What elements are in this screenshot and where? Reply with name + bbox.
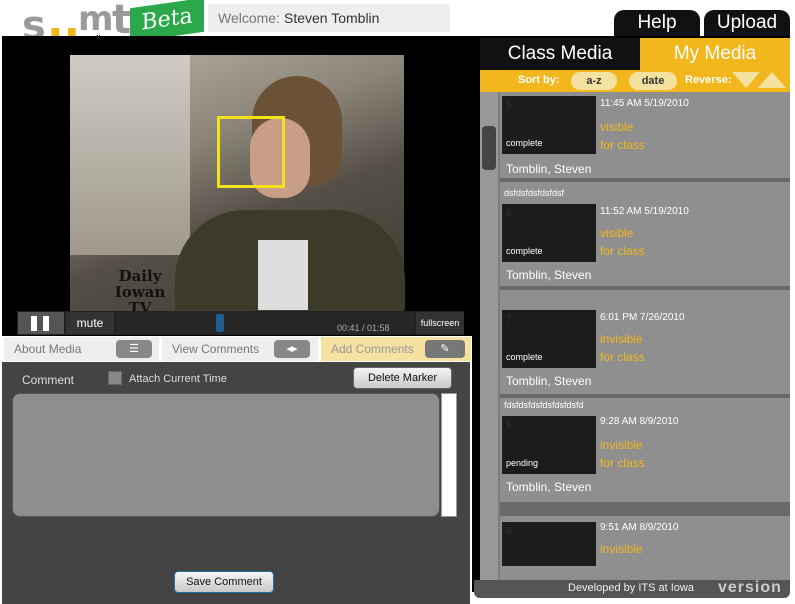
media-item[interactable]: 7 complete 6:01 PM 7/26/2010 invisible f… bbox=[500, 290, 790, 394]
media-state: complete bbox=[506, 138, 543, 148]
mute-button[interactable]: mute bbox=[66, 312, 114, 334]
item-separator bbox=[500, 502, 790, 516]
media-scope[interactable]: for class bbox=[600, 244, 645, 258]
time-readout: 00:41 / 01:58 bbox=[337, 323, 390, 333]
media-number: 9 bbox=[506, 526, 512, 537]
media-owner: Tomblin, Steven bbox=[506, 374, 592, 388]
logo-letter-m: m bbox=[78, 0, 114, 39]
tab-my-media[interactable]: My Media bbox=[640, 38, 790, 70]
logo-letter-t: t bbox=[112, 0, 132, 43]
media-description: fdsfdsfdsfdsfdsfdsfd bbox=[504, 400, 584, 410]
list-icon: ☰ bbox=[116, 340, 152, 358]
fullscreen-button[interactable]: fullscreen bbox=[416, 312, 464, 334]
welcome-label: Welcome: bbox=[218, 10, 280, 26]
timeline-scrubber[interactable] bbox=[216, 314, 225, 332]
sort-label: Sort by: bbox=[518, 74, 560, 86]
reverse-up-icon[interactable] bbox=[758, 72, 786, 88]
tab-add-comments-label: Add Comments bbox=[331, 342, 414, 356]
eye-icon: ◂▸ bbox=[274, 340, 310, 358]
tab-view-comments[interactable]: View Comments ◂▸ bbox=[162, 337, 318, 361]
media-scope[interactable]: for class bbox=[600, 456, 645, 470]
media-visibility[interactable]: visible bbox=[600, 226, 633, 240]
media-visibility[interactable]: invisible bbox=[600, 332, 643, 346]
media-number: 8 bbox=[506, 420, 512, 431]
media-owner: Tomblin, Steven bbox=[506, 480, 592, 494]
tab-about-media[interactable]: About Media ☰ bbox=[4, 337, 159, 361]
media-thumbnail[interactable]: 5 complete bbox=[502, 96, 596, 154]
attach-time-checkbox[interactable] bbox=[108, 371, 122, 385]
upload-button[interactable]: Upload bbox=[704, 10, 790, 36]
media-owner: Tomblin, Steven bbox=[506, 162, 592, 176]
sort-az-button[interactable]: a-z bbox=[571, 72, 617, 90]
reverse-label: Reverse: bbox=[685, 74, 732, 86]
media-scope[interactable]: for class bbox=[600, 138, 645, 152]
media-item[interactable]: dsfdsfdsfdsfdsf 6 complete 11:52 AM 5/19… bbox=[500, 182, 790, 286]
user-name: Steven Tomblin bbox=[283, 10, 380, 26]
media-datetime: 6:01 PM 7/26/2010 bbox=[600, 312, 685, 323]
media-number: 5 bbox=[506, 100, 512, 111]
comment-textarea[interactable] bbox=[12, 393, 440, 517]
media-item[interactable]: 9 9:51 AM 8/9/2010 invisible bbox=[500, 516, 790, 580]
video-background-wall bbox=[70, 55, 190, 255]
sort-date-button[interactable]: date bbox=[629, 72, 677, 90]
media-visibility[interactable]: invisible bbox=[600, 438, 643, 452]
developed-by: Developed by ITS at Iowa bbox=[568, 582, 694, 594]
media-state: pending bbox=[506, 458, 539, 468]
attach-time-label: Attach Current Time bbox=[129, 373, 227, 385]
media-scope[interactable]: for class bbox=[600, 350, 645, 364]
media-item[interactable]: fdsfdsfdsfdsfdsfdsfd 8 pending 9:28 AM 8… bbox=[500, 398, 790, 502]
help-button[interactable]: Help bbox=[614, 10, 700, 36]
pause-button[interactable] bbox=[18, 312, 64, 334]
tab-view-comments-label: View Comments bbox=[172, 342, 260, 356]
welcome-bar: Welcome: Steven Tomblin bbox=[208, 4, 450, 32]
media-number: 6 bbox=[506, 208, 512, 219]
media-item[interactable]: 5 complete 11:45 AM 5/19/2010 visible fo… bbox=[500, 92, 790, 196]
tab-about-media-label: About Media bbox=[14, 342, 82, 356]
tv-watermark: Daily Iowan TV bbox=[95, 268, 185, 316]
pause-icon-bar-left bbox=[31, 316, 37, 331]
reverse-down-icon[interactable] bbox=[732, 72, 760, 88]
comment-marker-box[interactable] bbox=[217, 116, 285, 188]
media-visibility[interactable]: visible bbox=[600, 120, 633, 134]
media-state: complete bbox=[506, 352, 543, 362]
media-owner: Tomblin, Steven bbox=[506, 268, 592, 282]
media-visibility[interactable]: invisible bbox=[600, 542, 643, 556]
media-state: complete bbox=[506, 246, 543, 256]
version-label: version bbox=[718, 579, 782, 596]
pause-icon-bar-right bbox=[43, 316, 49, 331]
comment-scrollbar[interactable] bbox=[441, 393, 457, 517]
media-thumbnail[interactable]: 6 complete bbox=[502, 204, 596, 262]
media-datetime: 11:45 AM 5/19/2010 bbox=[600, 98, 689, 109]
tv-watermark-line1: Daily Iowan bbox=[114, 267, 166, 301]
media-description: dsfdsfdsfdsfdsf bbox=[504, 188, 565, 198]
media-datetime: 9:51 AM 8/9/2010 bbox=[600, 522, 679, 533]
media-thumbnail[interactable]: 8 pending bbox=[502, 416, 596, 474]
media-list-scroll-thumb[interactable] bbox=[482, 126, 496, 170]
delete-marker-button[interactable]: Delete Marker bbox=[353, 367, 452, 389]
pencil-icon: ✎ bbox=[425, 340, 465, 358]
tab-add-comments[interactable]: Add Comments ✎ bbox=[321, 337, 471, 361]
video-person-shirt bbox=[258, 240, 308, 310]
media-datetime: 11:52 AM 5/19/2010 bbox=[600, 206, 689, 217]
save-comment-button[interactable]: Save Comment bbox=[174, 571, 274, 593]
media-thumbnail[interactable]: 9 bbox=[502, 522, 596, 566]
comment-label: Comment bbox=[22, 373, 75, 387]
media-thumbnail[interactable]: 7 complete bbox=[502, 310, 596, 368]
tab-class-media[interactable]: Class Media bbox=[480, 38, 640, 70]
media-datetime: 9:28 AM 8/9/2010 bbox=[600, 416, 679, 427]
media-list: 5 complete 11:45 AM 5/19/2010 visible fo… bbox=[498, 92, 790, 580]
media-number: 7 bbox=[506, 314, 512, 325]
